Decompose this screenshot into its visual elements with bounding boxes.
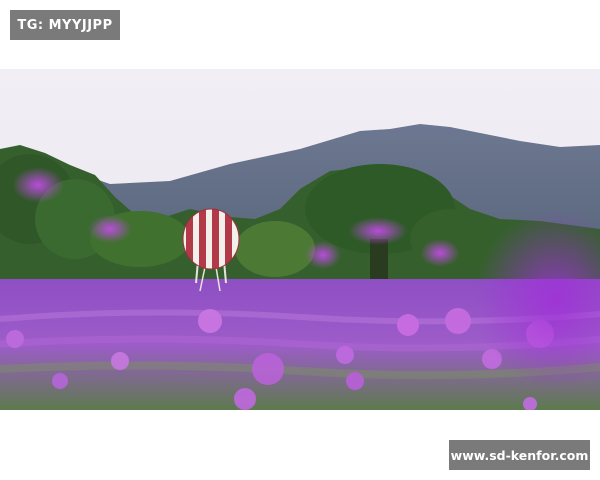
watermark-url: www.sd-kenfor.com	[449, 440, 590, 470]
watermark-tag: TG: MYYJJPP	[10, 10, 120, 40]
landscape-photo	[0, 69, 600, 410]
